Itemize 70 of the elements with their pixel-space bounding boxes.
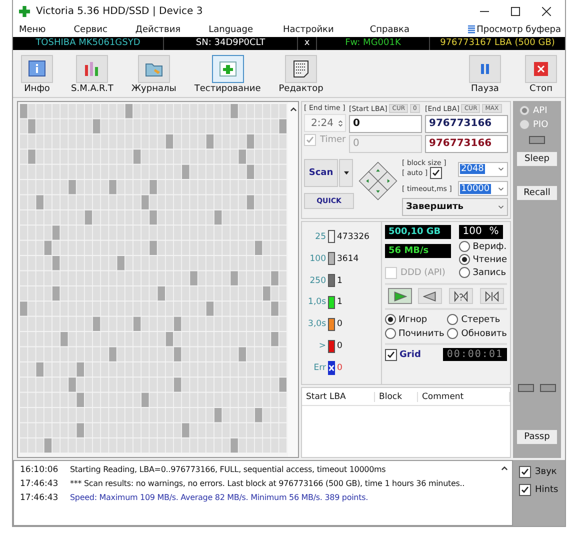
latency-label: > <box>318 341 326 352</box>
end-lba-field[interactable]: 976773166 <box>425 135 508 153</box>
latency-label: Err <box>312 363 326 374</box>
start-lba-field[interactable]: 0 <box>349 115 422 133</box>
repair-label: Обновить <box>461 328 507 338</box>
log-message: *** Scan results: no warnings, no errors. Last block at 976773166 (500 GB), time 1 hours 36 minutes.. <box>70 479 465 489</box>
menu-item[interactable]: Справка <box>370 24 410 34</box>
grid-label: Grid <box>400 350 421 360</box>
menu-item[interactable]: Действия <box>135 24 181 34</box>
repair-label: Стереть <box>461 314 500 324</box>
column-header[interactable]: Start LBA <box>302 392 375 402</box>
log-message: Speed: Maximum 109 MB/s. Average 82 MB/s. Minimum 56 MB/s. 389 points. <box>70 493 368 503</box>
mode-label: Чтение <box>472 254 507 264</box>
latency-label: 1,0s <box>307 297 326 308</box>
close-drive-button[interactable]: x <box>298 37 317 50</box>
block-count: 0 <box>337 363 342 374</box>
percent-sign: % <box>489 225 499 239</box>
repair-label: Починить <box>398 328 444 338</box>
menu-item[interactable]: Меню <box>19 24 46 34</box>
log-message: Starting Reading, LBA=0..976773166, FULL, sequential access, timeout 10000ms <box>70 465 386 475</box>
menu-item[interactable]: Language <box>208 24 254 34</box>
toolbar-button[interactable]: Журналы <box>129 55 178 94</box>
firmware-version: Fw: MG001K <box>317 37 430 50</box>
elapsed-timer: 00:00:01 <box>442 348 507 361</box>
window-title: Victoria 5.36 HDD/SSD | Device 3 <box>36 6 203 16</box>
interface-label: API <box>533 106 548 116</box>
toolbar-button[interactable]: Тестирование <box>192 55 263 94</box>
ddd-label: DDD (API) <box>400 268 446 278</box>
end-time-field[interactable]: 2:24 <box>304 114 346 132</box>
latency-label: 25 <box>314 232 326 242</box>
scan-button[interactable]: Scan <box>304 159 338 187</box>
timer-label: Timer <box>320 135 346 145</box>
log-time: 17:46:43 <box>20 493 60 503</box>
block-count: 3614 <box>337 254 359 264</box>
toolbar-button[interactable]: Редактор <box>276 55 326 94</box>
drive-model: TOSHIBA MK5061GSYD <box>13 37 164 50</box>
block-size-dropdown[interactable]: 2048 <box>458 162 508 176</box>
end-lba-field[interactable]: 976773166 <box>425 115 508 133</box>
block-count: 0 <box>337 319 342 330</box>
column-header[interactable]: Comment <box>418 392 510 402</box>
sleep-button[interactable]: Sleep <box>517 152 557 166</box>
log-time: 17:46:43 <box>20 479 60 489</box>
column-header[interactable]: Block <box>375 392 418 402</box>
interface-label: PIO <box>533 120 548 130</box>
passport-button[interactable]: Passp <box>517 430 557 444</box>
action-dropdown[interactable]: Завершить <box>402 198 508 216</box>
serial-number: SN: 34D9P0CLT <box>164 37 298 50</box>
block-count: 1 <box>337 276 342 286</box>
buffer-button[interactable]: Просмотр буфера <box>468 24 565 34</box>
percent-readout: 100 <box>462 225 482 239</box>
start-lba-field: 0 <box>349 135 422 153</box>
size-readout: 500,10 GB <box>384 225 451 239</box>
drive-capacity: 976773167 LBA (500 GB) <box>439 37 556 50</box>
latency-label: 100 <box>308 254 326 264</box>
recall-button[interactable]: Recall <box>517 186 557 200</box>
option-label: Hints <box>535 485 558 495</box>
block-count: 0 <box>337 341 342 352</box>
speed-readout: 56 MB/s <box>384 244 451 258</box>
mode-label: Запись <box>472 268 506 278</box>
log-time: 16:10:06 <box>20 465 60 475</box>
option-label: Звук <box>535 467 557 477</box>
menu-item[interactable]: Настройки <box>283 24 334 34</box>
latency-label: 250 <box>308 276 326 286</box>
timeout-dropdown[interactable]: 10000 <box>458 181 508 196</box>
latency-label: 3,0s <box>307 319 326 330</box>
block-count: 473326 <box>337 232 370 242</box>
repair-label: Игнор <box>398 314 428 324</box>
mode-label: Вериф. <box>472 242 507 252</box>
block-count: 1 <box>337 297 342 308</box>
menu-item[interactable]: Сервис <box>74 24 108 34</box>
